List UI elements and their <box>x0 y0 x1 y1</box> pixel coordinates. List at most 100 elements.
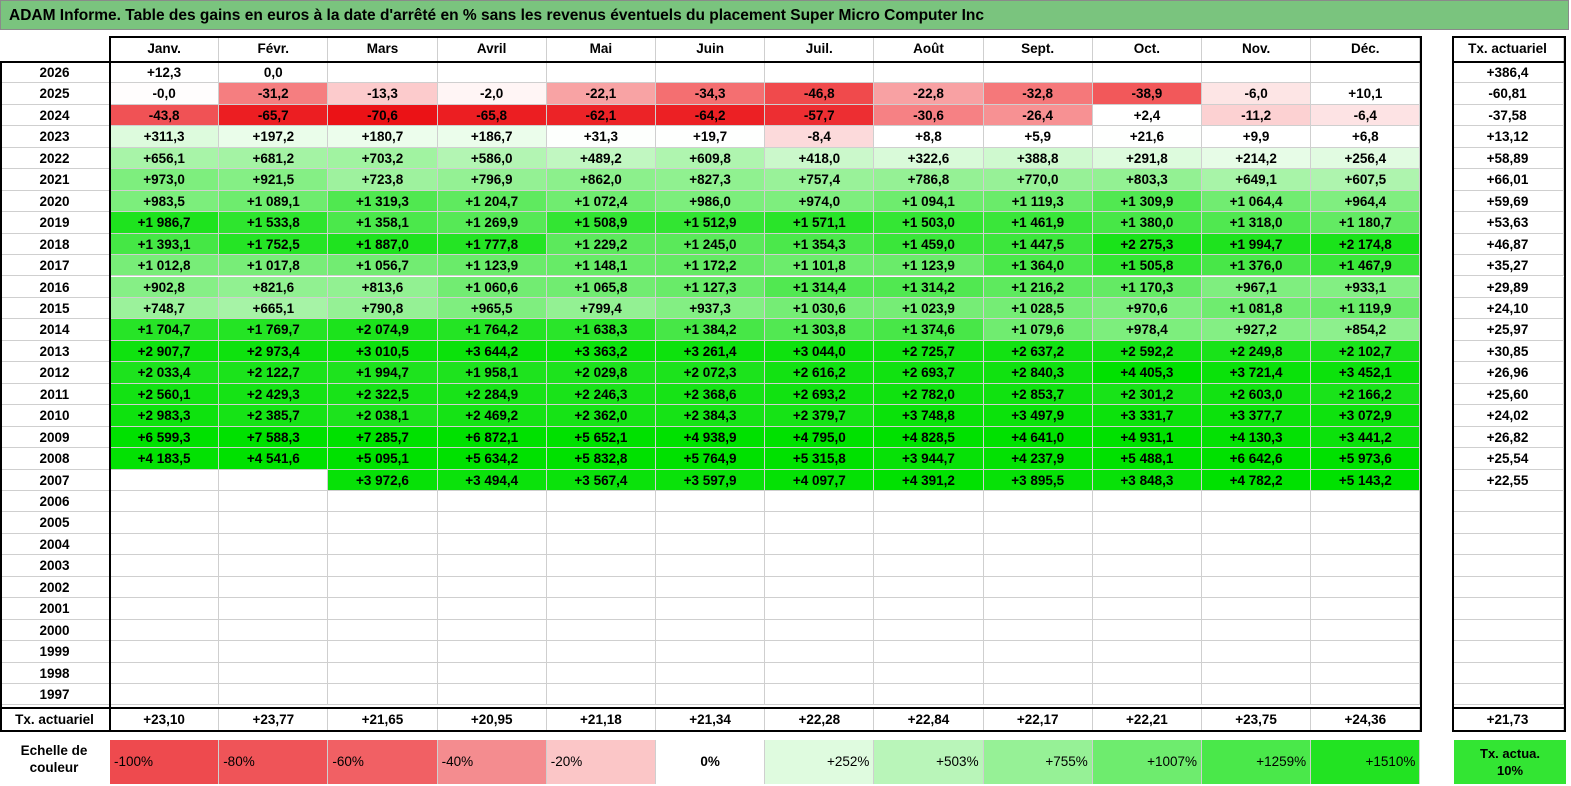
gain-cell: +1 512,9 <box>656 212 766 234</box>
footer-tx-cell: +21,34 <box>656 707 766 732</box>
gain-cell <box>219 598 329 620</box>
gain-cell <box>328 684 438 706</box>
gain-cell <box>1202 533 1312 556</box>
gain-cell <box>1202 662 1312 685</box>
gain-cell: +2 246,3 <box>546 383 656 406</box>
gain-cell <box>110 555 220 577</box>
gain-cell: +1 364,0 <box>983 255 1093 277</box>
year-label: 2024 <box>0 104 110 127</box>
gain-cell: +6 642,6 <box>1202 448 1312 470</box>
gain-cell: +1 376,0 <box>1202 255 1312 277</box>
gain-cell <box>874 62 984 84</box>
gain-cell <box>110 491 220 513</box>
gain-cell: +1 028,5 <box>983 297 1093 320</box>
gain-cell: +1 764,2 <box>437 319 547 341</box>
gain-cell <box>656 662 766 685</box>
gain-cell: +4 237,9 <box>983 448 1093 470</box>
gain-cell: +1 064,4 <box>1202 190 1312 213</box>
gain-cell: +6 872,1 <box>437 426 547 449</box>
footer-tx-cell: +22,84 <box>874 707 984 732</box>
gain-cell: +586,0 <box>437 147 547 170</box>
gain-cell: +2 782,0 <box>874 383 984 406</box>
gain-cell: +2 725,7 <box>874 340 984 363</box>
gain-cell: +2 322,5 <box>328 383 438 406</box>
gain-cell <box>983 598 1093 620</box>
year-label: 2011 <box>0 383 110 406</box>
gain-cell: +1 127,3 <box>656 276 766 298</box>
gain-cell <box>983 619 1093 642</box>
gain-cell <box>110 641 220 663</box>
gain-cell <box>983 555 1093 577</box>
gain-cell: +1 065,8 <box>546 276 656 298</box>
gain-cell <box>219 469 329 491</box>
gain-cell <box>656 641 766 663</box>
gain-cell: +5 652,1 <box>546 426 656 449</box>
year-label: 2026 <box>0 62 110 84</box>
gain-cell: +2 275,3 <box>1092 233 1202 256</box>
gain-cell <box>874 684 984 706</box>
legend-swatch: +1259% <box>1202 740 1312 784</box>
year-label: 2001 <box>0 598 110 620</box>
gain-cell <box>1092 641 1202 663</box>
gain-cell: +1 777,8 <box>437 233 547 256</box>
gain-cell: +1 309,9 <box>1092 190 1202 213</box>
gain-cell: +2 368,6 <box>656 383 766 406</box>
gain-cell: +978,4 <box>1092 319 1202 341</box>
legend-swatch: -40% <box>437 740 547 784</box>
year-label: 1998 <box>0 662 110 685</box>
gain-cell <box>328 533 438 556</box>
legend-label: Echelle de couleur <box>20 743 88 775</box>
year-label: 2009 <box>0 426 110 449</box>
gain-cell: +291,8 <box>1092 147 1202 170</box>
gain-cell <box>1311 555 1421 577</box>
legend-swatch: +755% <box>983 740 1093 784</box>
gain-cell: +2 907,7 <box>110 340 220 363</box>
gain-cell <box>546 576 656 599</box>
legend-tx-swatch: Tx. actua. 10% <box>1454 740 1566 784</box>
gain-cell: +4 391,2 <box>874 469 984 491</box>
gain-cell: +4 931,1 <box>1092 426 1202 449</box>
gain-cell: -57,7 <box>765 104 875 127</box>
gain-cell <box>546 619 656 642</box>
gain-cell <box>1311 62 1421 84</box>
gain-cell: +7 285,7 <box>328 426 438 449</box>
tx-cell: +53,63 <box>1452 212 1564 234</box>
gain-cell: +1 123,9 <box>437 255 547 277</box>
tx-cell: +58,89 <box>1452 147 1564 170</box>
gain-cell: +703,2 <box>328 147 438 170</box>
gain-cell <box>874 512 984 534</box>
gain-cell: +1 769,7 <box>219 319 329 341</box>
gain-cell <box>765 598 875 620</box>
gain-cell: +6,8 <box>1311 126 1421 148</box>
gain-cell <box>437 555 547 577</box>
month-header: Mars <box>328 36 438 62</box>
gain-cell <box>983 662 1093 685</box>
tx-cell: -37,58 <box>1452 104 1564 127</box>
gain-cell: +5 315,8 <box>765 448 875 470</box>
month-header: Déc. <box>1311 36 1421 62</box>
gain-cell: -8,4 <box>765 126 875 148</box>
gain-cell: +665,1 <box>219 297 329 320</box>
gain-cell: +986,0 <box>656 190 766 213</box>
gain-cell: +2 301,2 <box>1092 383 1202 406</box>
gain-cell: +4 183,5 <box>110 448 220 470</box>
header-divider <box>0 61 1423 63</box>
gain-cell: +2 033,4 <box>110 362 220 384</box>
tx-cell <box>1452 598 1564 620</box>
corner-blank <box>0 36 111 61</box>
gain-cell <box>656 576 766 599</box>
gain-cell <box>1092 619 1202 642</box>
month-header: Oct. <box>1092 36 1202 62</box>
gain-cell: +1 119,3 <box>983 190 1093 213</box>
gain-cell <box>983 62 1093 84</box>
gain-cell: +1 354,3 <box>765 233 875 256</box>
gain-cell: +974,0 <box>765 190 875 213</box>
legend-swatch: -80% <box>219 740 329 784</box>
gain-cell <box>1202 512 1312 534</box>
gain-cell: +21,6 <box>1092 126 1202 148</box>
gain-cell: -6,4 <box>1311 104 1421 127</box>
gain-cell: +1 023,9 <box>874 297 984 320</box>
year-label: 2000 <box>0 619 110 642</box>
gain-cell: +1 303,8 <box>765 319 875 341</box>
gain-cell: -65,8 <box>437 104 547 127</box>
